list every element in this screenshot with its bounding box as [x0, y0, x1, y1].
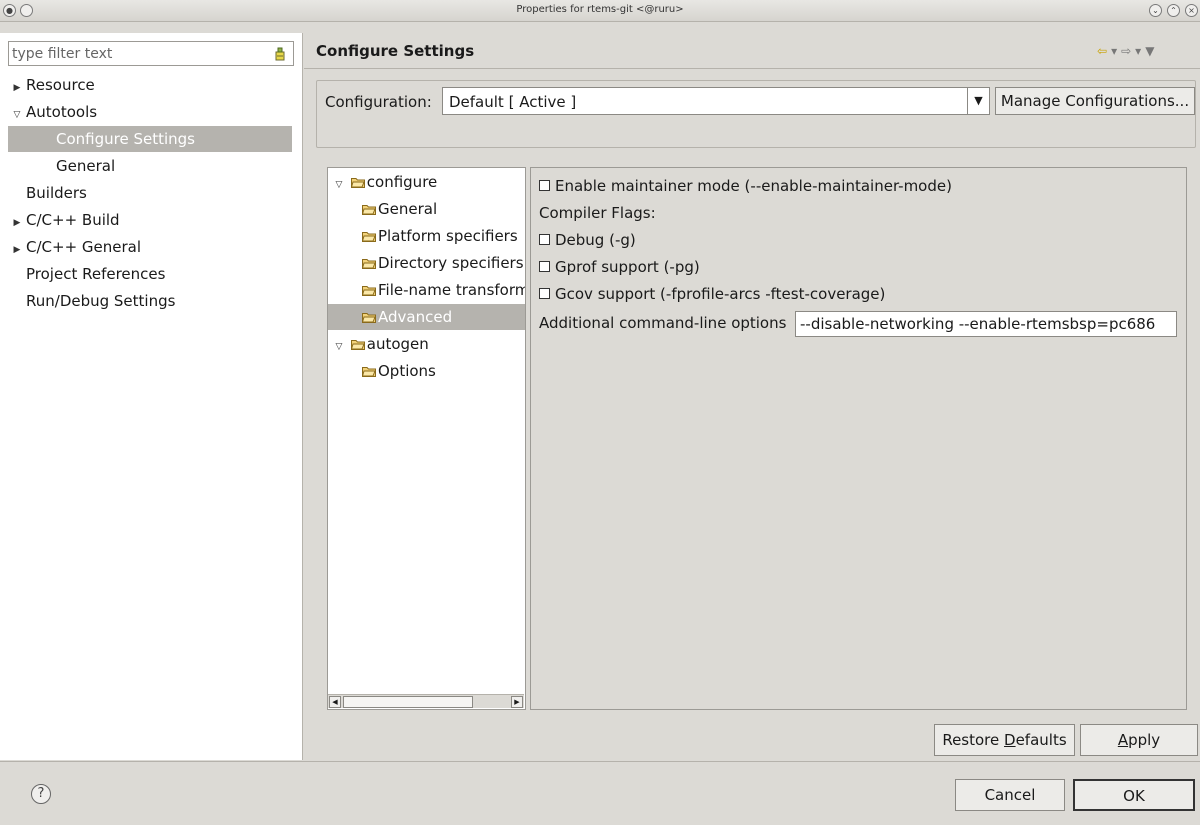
- tool-folder-icon: [362, 205, 376, 215]
- property-page-nav: ▶Resource ▽Autotools Configure Settings …: [0, 33, 303, 760]
- tool-folder-icon: [362, 286, 376, 296]
- nav-item-autotools[interactable]: ▽ Autotools: [8, 99, 292, 125]
- collapse-icon[interactable]: ▽: [332, 334, 346, 360]
- debug-option[interactable]: Debug (-g): [539, 231, 636, 249]
- dropdown-arrow-icon[interactable]: ▼: [967, 88, 989, 114]
- gcov-checkbox[interactable]: [539, 288, 550, 299]
- tree-item-configure[interactable]: ▽ configure: [328, 169, 525, 195]
- close-icon[interactable]: ×: [1185, 4, 1198, 17]
- apply-button[interactable]: Apply: [1080, 724, 1198, 756]
- gcov-option[interactable]: Gcov support (-fprofile-arcs -ftest-cove…: [539, 285, 885, 303]
- tree-item-directory-specifiers[interactable]: Directory specifiers: [328, 250, 525, 276]
- nav-item-cpp-build[interactable]: ▶ C/C++ Build: [8, 207, 292, 233]
- page-title: Configure Settings: [316, 42, 475, 60]
- cancel-button[interactable]: Cancel: [955, 779, 1065, 811]
- tree-item-platform-specifiers[interactable]: Platform specifiers: [328, 223, 525, 249]
- collapse-icon[interactable]: ▽: [332, 172, 346, 198]
- nav-item-cpp-general[interactable]: ▶ C/C++ General: [8, 234, 292, 260]
- history-nav: ⇦▾⇨▾▼: [1097, 44, 1158, 58]
- maintainer-mode-option[interactable]: Enable maintainer mode (--enable-maintai…: [539, 177, 952, 195]
- gprof-option[interactable]: Gprof support (-pg): [539, 258, 700, 276]
- minimize-icon[interactable]: ⌄: [1149, 4, 1162, 17]
- collapse-icon[interactable]: ▽: [8, 102, 26, 128]
- scroll-thumb[interactable]: [343, 696, 473, 708]
- gprof-checkbox[interactable]: [539, 261, 550, 272]
- window-title: Properties for rtems-git <@ruru>: [516, 4, 684, 15]
- maximize-icon[interactable]: ⌃: [1167, 4, 1180, 17]
- clear-filter-icon[interactable]: [274, 46, 286, 62]
- forward-dropdown-icon[interactable]: ▾: [1135, 44, 1145, 58]
- back-arrow-icon[interactable]: ⇦: [1097, 44, 1111, 58]
- help-icon[interactable]: ?: [31, 784, 51, 804]
- nav-item-project-references[interactable]: Project References: [8, 261, 292, 287]
- filter-input[interactable]: [12, 44, 262, 63]
- back-dropdown-icon[interactable]: ▾: [1111, 44, 1121, 58]
- nav-item-general[interactable]: General: [8, 153, 292, 179]
- advanced-settings-panel: Enable maintainer mode (--enable-maintai…: [530, 167, 1187, 710]
- expand-icon[interactable]: ▶: [8, 237, 26, 263]
- configuration-group: Configuration: Default [ Active ] ▼ Mana…: [316, 80, 1196, 148]
- horizontal-scrollbar[interactable]: ◀ ▶: [328, 694, 524, 708]
- tool-folder-icon: [362, 232, 376, 242]
- configuration-value: Default [ Active ]: [449, 93, 577, 111]
- window-titlebar: ● Properties for rtems-git <@ruru> ⌄ ⌃ ×: [0, 0, 1200, 22]
- nav-item-configure-settings[interactable]: Configure Settings: [8, 126, 292, 152]
- maintainer-mode-checkbox[interactable]: [539, 180, 550, 191]
- expand-icon[interactable]: ▶: [8, 210, 26, 236]
- nav-item-builders[interactable]: Builders: [8, 180, 292, 206]
- view-menu-icon[interactable]: ▼: [1145, 44, 1158, 58]
- forward-arrow-icon[interactable]: ⇨: [1121, 44, 1135, 58]
- tree-item-advanced[interactable]: Advanced: [328, 304, 525, 330]
- divider: [0, 761, 1200, 762]
- tool-settings-tree: ▽ configure General Platform specifiers …: [327, 167, 526, 710]
- configuration-select[interactable]: Default [ Active ] ▼: [442, 87, 990, 115]
- tree-item-general[interactable]: General: [328, 196, 525, 222]
- tool-folder-icon: [362, 259, 376, 269]
- additional-options-label: Additional command-line options: [539, 314, 787, 332]
- scroll-right-icon[interactable]: ▶: [511, 696, 523, 708]
- tree-item-file-name-transformations[interactable]: File-name transformations: [328, 277, 525, 303]
- tool-folder-icon: [350, 178, 365, 188]
- divider: [304, 68, 1200, 69]
- nav-item-run-debug-settings[interactable]: Run/Debug Settings: [8, 288, 292, 314]
- tree-item-autogen[interactable]: ▽ autogen: [328, 331, 525, 357]
- expand-icon[interactable]: ▶: [8, 75, 26, 101]
- manage-configurations-button[interactable]: Manage Configurations...: [995, 87, 1195, 115]
- compiler-flags-label: Compiler Flags:: [539, 204, 656, 222]
- debug-checkbox[interactable]: [539, 234, 550, 245]
- nav-item-resource[interactable]: ▶ Resource: [8, 72, 292, 98]
- configuration-label: Configuration:: [325, 93, 432, 111]
- tree-item-options[interactable]: Options: [328, 358, 525, 384]
- tool-folder-icon: [350, 340, 365, 350]
- tool-folder-icon: [362, 367, 376, 377]
- tool-folder-icon: [362, 313, 376, 323]
- scroll-left-icon[interactable]: ◀: [329, 696, 341, 708]
- restore-defaults-button[interactable]: Restore Defaults: [934, 724, 1075, 756]
- filter-field: [8, 41, 294, 66]
- additional-options-input[interactable]: [795, 311, 1177, 337]
- ok-button[interactable]: OK: [1073, 779, 1195, 811]
